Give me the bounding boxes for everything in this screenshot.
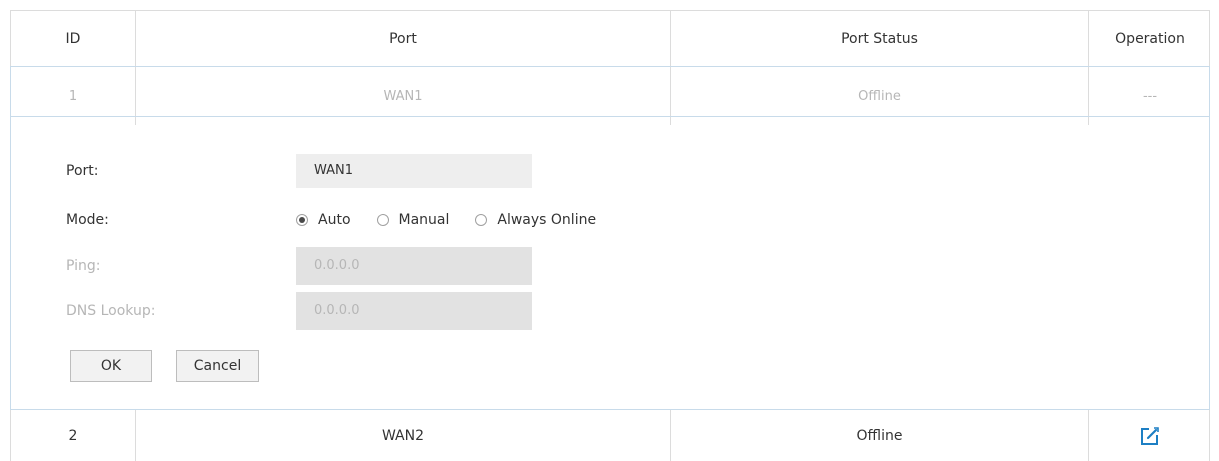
dns-lookup-row: DNS Lookup: 0.0.0.0 [11, 292, 1211, 330]
radio-unchecked-icon[interactable] [376, 214, 389, 226]
port-label: Port: [66, 163, 99, 179]
column-header-port-status: Port Status [671, 11, 1089, 66]
ping-field: 0.0.0.0 [296, 247, 532, 285]
row-port-cell: WAN2 [136, 410, 671, 461]
mode-row: Mode: Auto Manual Always Online [11, 203, 1211, 237]
mode-radio-group: Auto Manual Always Online [296, 203, 622, 237]
dns-lookup-label: DNS Lookup: [66, 303, 156, 319]
row-id-cell: 2 [11, 410, 136, 461]
row-status-cell: Offline [671, 410, 1089, 461]
column-header-port: Port [136, 11, 671, 66]
table-row: 2 WAN2 Offline [10, 410, 1210, 461]
mode-option-label: Auto [318, 212, 351, 228]
mode-radio-always-online[interactable]: Always Online [475, 212, 596, 228]
mode-option-label: Manual [398, 212, 450, 228]
mode-label: Mode: [66, 212, 109, 228]
mode-option-label: Always Online [497, 212, 597, 228]
column-header-operation: Operation [1115, 30, 1185, 47]
mode-radio-manual[interactable]: Manual [376, 212, 450, 228]
button-row: OK Cancel [11, 350, 1211, 384]
radio-unchecked-icon[interactable] [475, 214, 488, 226]
cancel-button[interactable]: Cancel [176, 350, 259, 382]
edit-panel: Port: WAN1 Mode: Auto Manual Always Onli… [10, 116, 1210, 410]
column-header-id: ID [11, 11, 136, 66]
ping-row: Ping: 0.0.0.0 [11, 247, 1211, 285]
mode-radio-auto[interactable]: Auto [296, 212, 351, 228]
dns-lookup-field: 0.0.0.0 [296, 292, 532, 330]
ping-label: Ping: [66, 258, 101, 274]
port-field: WAN1 [296, 154, 532, 188]
table-header: ID Port Port Status Operation [10, 10, 1210, 66]
radio-checked-icon[interactable] [296, 214, 308, 226]
edit-icon[interactable] [1139, 425, 1161, 447]
ok-button[interactable]: OK [70, 350, 152, 382]
port-row: Port: WAN1 [11, 154, 1211, 188]
row-operation-cell [1089, 410, 1211, 461]
